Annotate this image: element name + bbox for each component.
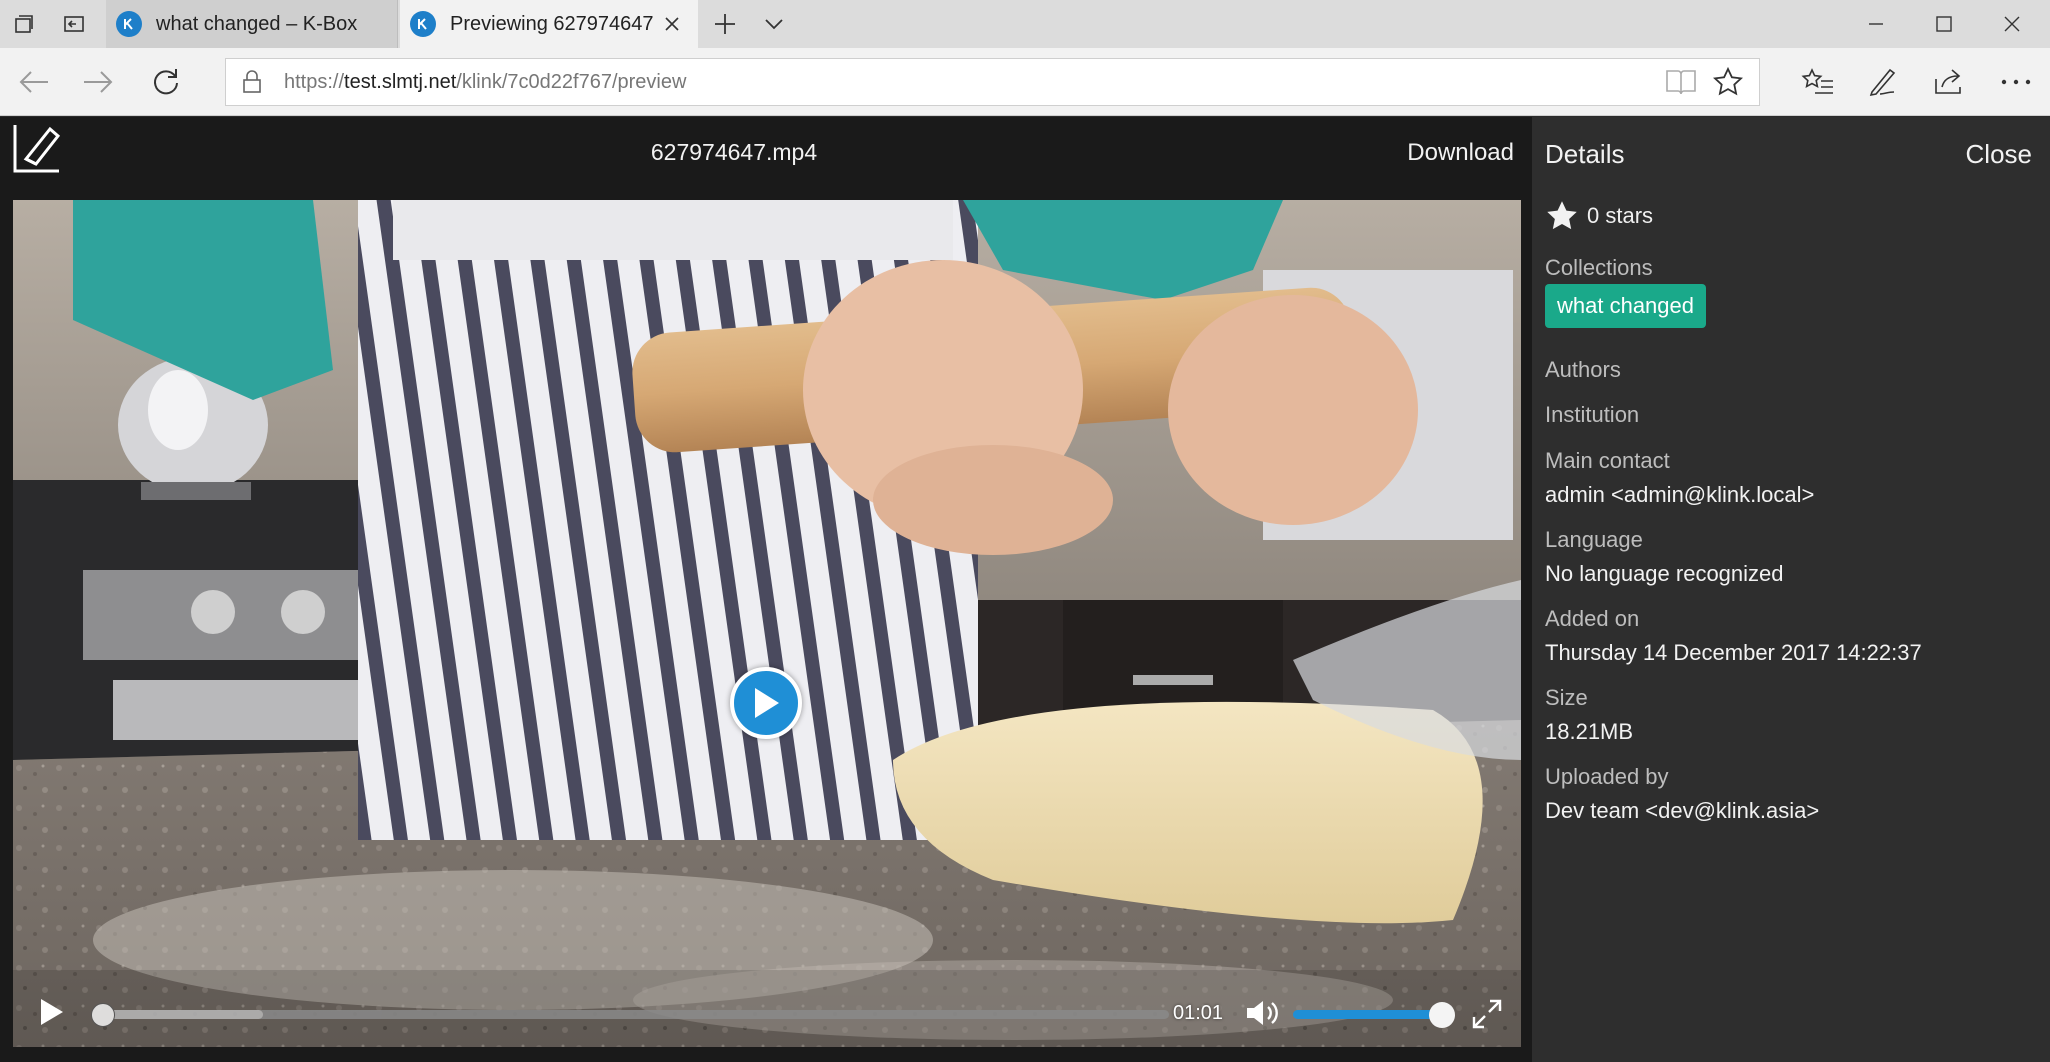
url-text: https://test.slmtj.net/klink/7c0d22f767/… [284,70,687,93]
minimize-icon[interactable] [1842,0,1910,48]
close-button[interactable]: Close [1966,139,2032,170]
star-outline-icon[interactable] [1712,66,1744,102]
back-arrow-icon[interactable] [4,48,64,116]
details-title: Details [1545,139,1625,169]
language-label: Language [1545,527,1643,552]
language-value: No language recognized [1545,561,1784,586]
window-close-icon[interactable] [1978,0,2046,48]
star-icon[interactable] [1545,199,1579,233]
tab-kbox-collection[interactable]: what changed – K-Box [106,0,398,48]
volume-slider[interactable] [1293,1010,1435,1019]
file-viewer: 627974647.mp4 Download 01:01 [0,117,1532,1062]
more-dots-icon[interactable] [1986,48,2046,116]
size-value: 18.21MB [1545,719,1634,744]
collections-label: Collections [1545,255,1653,280]
details-panel: Details Close 0 stars Collections what c… [1532,117,2050,1062]
tab-title: what changed – K-Box [156,12,358,35]
tab-close-icon[interactable] [654,6,690,42]
big-play-button[interactable] [730,667,802,739]
main-contact-value: admin <admin@klink.local> [1545,482,1815,507]
volume-icon[interactable] [1245,998,1279,1028]
video-controls: 01:01 [13,980,1521,1047]
chevron-down-icon[interactable] [752,0,796,48]
tabs-aside-icon[interactable] [2,0,46,48]
volume-handle[interactable] [1429,1002,1455,1028]
set-tabs-aside-icon[interactable] [52,0,96,48]
kbox-favicon-icon [410,11,436,37]
reading-view-icon[interactable] [1665,67,1697,102]
browser-tab-bar: what changed – K-Box Previewing 62797464… [0,0,2050,48]
play-icon[interactable] [35,996,67,1028]
lock-icon [242,70,272,94]
share-icon[interactable] [1918,48,1978,116]
institution-label: Institution [1545,402,1640,427]
progress-handle[interactable] [91,1003,115,1027]
progress-buffered [103,1010,263,1019]
added-on-label: Added on [1545,606,1640,631]
forward-arrow-icon[interactable] [68,48,128,116]
uploaded-by-label: Uploaded by [1545,764,1669,789]
fullscreen-icon[interactable] [1471,998,1503,1030]
size-label: Size [1545,685,1588,710]
tab-title: Previewing 627974647. [450,12,654,35]
preview-page: 627974647.mp4 Download 01:01 Details Clo… [0,117,2050,1062]
download-button[interactable]: Download [1407,139,1514,167]
video-player[interactable]: 01:01 [13,200,1521,1047]
viewer-header: 627974647.mp4 Download [0,117,1532,195]
stars-row[interactable]: 0 stars [1545,199,1653,233]
refresh-icon[interactable] [136,48,196,116]
tab-preview[interactable]: Previewing 627974647. [400,0,698,48]
favorites-hub-icon[interactable] [1788,48,1848,116]
url-input[interactable]: https://test.slmtj.net/klink/7c0d22f767/… [225,58,1760,106]
stars-count: 0 stars [1587,203,1654,228]
collection-tag[interactable]: what changed [1545,284,1706,328]
current-time: 01:01 [1173,1002,1224,1024]
browser-address-bar: https://test.slmtj.net/klink/7c0d22f767/… [0,48,2050,116]
uploaded-by-value: Dev team <dev@klink.asia> [1545,798,1820,823]
kbox-favicon-icon [116,11,142,37]
main-contact-label: Main contact [1545,448,1670,473]
maximize-icon[interactable] [1910,0,1978,48]
video-frame [13,200,1521,1047]
progress-slider[interactable] [91,1003,1169,1027]
file-title: 627974647.mp4 [650,139,818,165]
new-tab-icon[interactable] [702,0,748,48]
added-on-value: Thursday 14 December 2017 14:22:37 [1545,640,1922,665]
authors-label: Authors [1545,357,1621,382]
pen-icon[interactable] [1852,48,1912,116]
